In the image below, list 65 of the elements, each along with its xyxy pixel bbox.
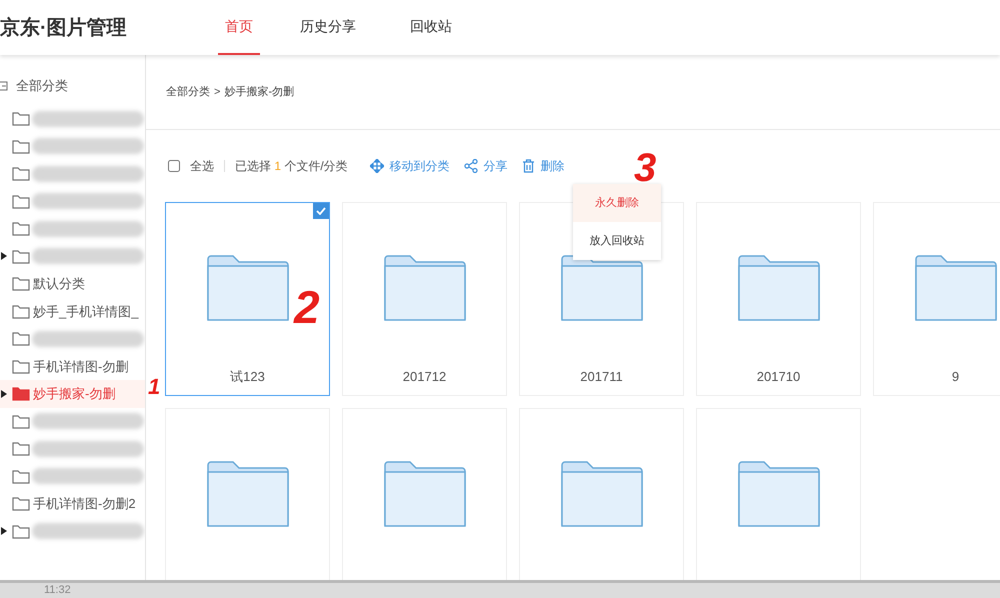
folder-icon — [206, 461, 288, 527]
folder-icon — [12, 358, 30, 374]
nav-tab[interactable]: 首页 — [218, 0, 260, 55]
folder-icon — [12, 524, 30, 539]
folder-icon — [12, 221, 30, 236]
folder-icon — [12, 331, 30, 346]
handwritten-annotation: 2 — [294, 284, 320, 330]
checked-checkbox-icon — [313, 203, 329, 219]
folder-icon — [12, 276, 30, 292]
folder-name: 试123 — [230, 368, 265, 386]
expand-arrow-icon — [1, 527, 7, 536]
folder-name: 201712 — [402, 368, 446, 386]
folder-icon — [12, 138, 30, 154]
breadcrumb-item[interactable]: 全部分类 — [166, 84, 210, 100]
folder-name: 9 — [952, 368, 960, 386]
menu-item[interactable]: 永久删除 — [573, 184, 661, 222]
folder-card[interactable]: 9 — [873, 202, 1000, 396]
sidebar-item[interactable]: 妙手_手机详情图_ — [0, 298, 145, 325]
sidebar-item[interactable]: 手机详情图-勿删2 — [0, 490, 145, 518]
selection-count: 已选择 1 个文件/分类 — [235, 158, 348, 175]
folder-icon — [384, 461, 466, 527]
folder-icon — [738, 461, 820, 527]
folder-icon — [738, 255, 820, 321]
nav-tab[interactable]: 回收站 — [410, 0, 452, 55]
folder-icon — [12, 496, 30, 512]
folder-icon — [12, 166, 30, 182]
menu-item[interactable]: 放入回收站 — [573, 222, 661, 260]
folder-name: 201710 — [756, 368, 800, 386]
folder-icon — [384, 255, 466, 321]
sidebar-item[interactable]: 默认分类 — [0, 270, 145, 298]
breadcrumb-item[interactable]: 妙手搬家-勿删 — [224, 84, 294, 100]
folder-icon — [12, 194, 30, 209]
move-icon — [370, 159, 384, 173]
select-all-checkbox[interactable] — [168, 160, 180, 172]
folder-icon — [12, 304, 30, 319]
handwritten-annotation: 1 — [148, 376, 160, 398]
collapse-icon — [0, 81, 8, 91]
folder-card[interactable] — [165, 408, 330, 582]
folder-icon — [12, 468, 30, 484]
folder-icon — [12, 248, 30, 264]
folder-icon — [12, 111, 30, 126]
trash-icon — [522, 159, 535, 173]
folder-icon — [560, 461, 642, 527]
logo-text: 京东·图片管理 — [0, 16, 128, 40]
select-all-label[interactable]: 全选 — [190, 157, 214, 175]
nav-tab[interactable]: 历史分享 — [300, 0, 356, 55]
breadcrumb-separator: > — [214, 84, 220, 100]
folder-icon — [12, 414, 30, 429]
folder-card[interactable]: 201712 — [342, 202, 507, 396]
folder-card[interactable] — [342, 408, 507, 582]
sidebar-item[interactable]: 手机详情图-勿删 — [0, 352, 145, 380]
folder-card[interactable] — [696, 408, 861, 582]
folder-icon — [12, 386, 30, 402]
tree-root-label: 全部分类 — [16, 77, 68, 96]
folder-icon — [560, 255, 642, 321]
folder-icon — [12, 441, 30, 456]
folder-card[interactable]: 201710 — [696, 202, 861, 396]
folder-name: 201711 — [580, 368, 623, 386]
share-icon — [464, 159, 478, 173]
folder-card[interactable] — [519, 408, 684, 582]
expand-arrow-icon — [1, 252, 7, 260]
folder-icon — [914, 255, 996, 321]
clock-text: 11:32 — [44, 583, 71, 598]
sidebar-item[interactable]: 妙手搬家-勿删 — [0, 380, 145, 408]
folder-icon — [206, 255, 288, 321]
